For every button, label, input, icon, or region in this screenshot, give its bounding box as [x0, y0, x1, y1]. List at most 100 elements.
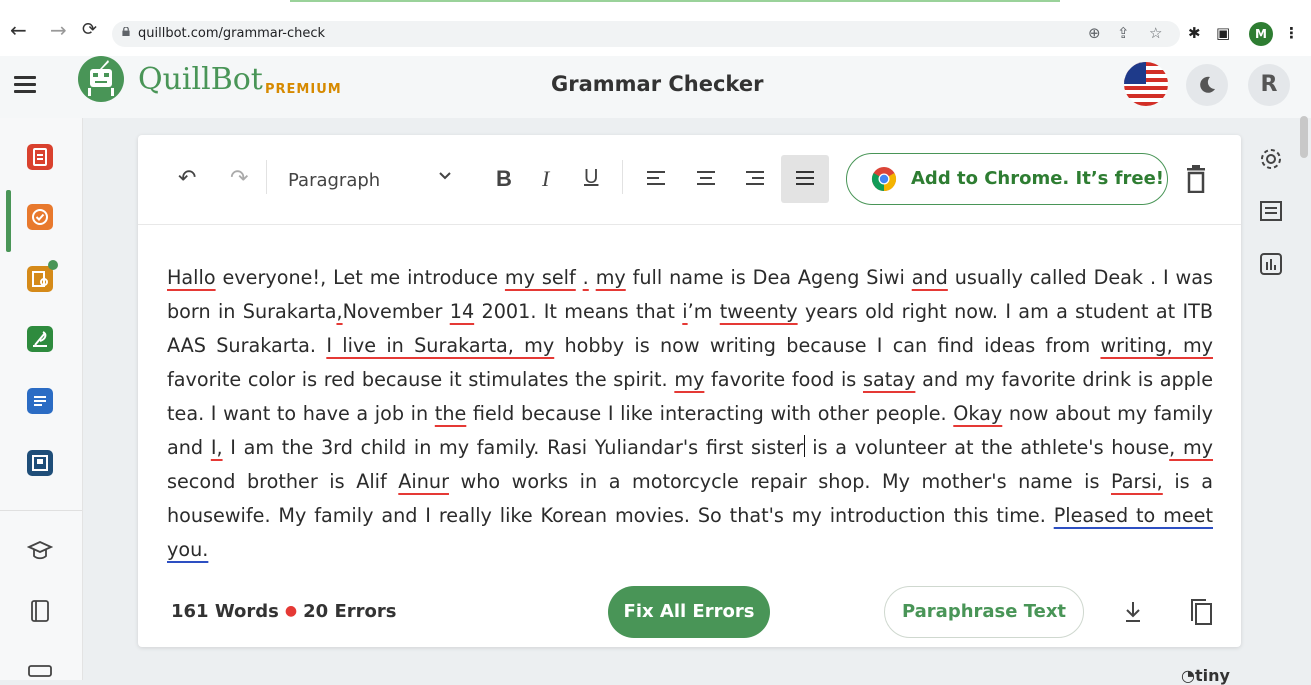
align-justify-button[interactable]	[781, 155, 829, 203]
document-text-run: second brother is Alif	[167, 470, 399, 493]
grammar-error-highlight[interactable]: I,	[211, 436, 223, 459]
document-text-run: full name is Dea Ageng Siwi	[625, 266, 912, 289]
address-bar[interactable]: quillbot.com/grammar-check	[112, 21, 1180, 47]
grammar-error-highlight[interactable]: my self	[505, 266, 576, 289]
error-dot-icon: ●	[284, 603, 298, 619]
extension-icon[interactable]	[27, 658, 53, 684]
browser-profile-avatar[interactable]: M	[1249, 22, 1273, 46]
document-text-run	[576, 266, 583, 289]
zoom-icon[interactable]: ⊕	[1088, 24, 1101, 42]
user-avatar[interactable]: R	[1248, 64, 1290, 106]
editor-card: ↶ ↷ Paragraph B I U Add to Chrome. It’s …	[138, 135, 1241, 647]
grammar-error-highlight[interactable]: .	[583, 266, 589, 289]
align-center-icon[interactable]	[695, 168, 717, 190]
document-text-run: 2001. It means that	[474, 300, 683, 323]
page-title: Grammar Checker	[551, 72, 764, 96]
document-text-editor[interactable]: Hallo everyone!, Let me introduce my sel…	[167, 261, 1213, 567]
app-header: QuillBot PREMIUM Grammar Checker R	[0, 56, 1311, 158]
toolbar-divider	[266, 160, 267, 194]
document-text-run: I am the 3rd child in my family. Rasi Yu…	[222, 436, 804, 459]
grammar-error-highlight[interactable]: Hallo	[167, 266, 216, 289]
document-text-run: everyone!, Let me introduce	[215, 266, 505, 289]
grammar-error-highlight[interactable]: Ainur	[398, 470, 449, 493]
download-icon[interactable]	[1122, 600, 1144, 624]
document-text-run: is a volunteer at the athlete's house	[804, 436, 1170, 459]
tiny-label: tiny	[1194, 666, 1230, 685]
plagiarism-checker-icon[interactable]	[27, 260, 58, 292]
url-text: quillbot.com/grammar-check	[138, 26, 326, 41]
extensions-puzzle-icon[interactable]: ✱	[1188, 24, 1201, 42]
book-icon[interactable]	[27, 598, 53, 624]
side-panel-icon[interactable]: ▣	[1216, 24, 1230, 42]
chevron-down-icon[interactable]	[438, 169, 452, 183]
grammar-error-highlight[interactable]: writing, my	[1100, 334, 1213, 357]
browser-chrome: ← → ⟳ quillbot.com/grammar-check ⊕ ⇪ ☆ ✱…	[0, 0, 1311, 56]
paraphraser-icon[interactable]	[27, 144, 53, 170]
co-writer-icon[interactable]	[27, 326, 53, 352]
copy-icon[interactable]	[1188, 597, 1214, 627]
grammar-error-highlight[interactable]: , my	[1169, 436, 1213, 459]
summarizer-icon[interactable]	[27, 388, 53, 414]
italic-button[interactable]: I	[542, 166, 549, 192]
align-left-icon[interactable]	[645, 168, 667, 190]
grammar-error-highlight[interactable]: 14	[450, 300, 474, 323]
forward-arrow-icon[interactable]: →	[50, 20, 67, 40]
active-tool-indicator	[6, 190, 11, 252]
quillbot-logo-icon[interactable]	[78, 56, 124, 102]
statistics-chart-icon[interactable]	[1258, 251, 1284, 277]
fix-all-errors-button[interactable]: Fix All Errors	[608, 586, 770, 638]
document-text-run: field because I like interacting with ot…	[466, 402, 954, 425]
document-text-run: who works in a motorcycle repair shop. M…	[448, 470, 1111, 493]
grammar-error-highlight[interactable]: my	[596, 266, 626, 289]
add-to-chrome-button[interactable]: Add to Chrome. It’s free!	[846, 153, 1168, 205]
grammar-error-highlight[interactable]: Parsi,	[1111, 470, 1163, 493]
error-count[interactable]: 20 Errors	[303, 601, 396, 622]
document-text-run: November	[342, 300, 450, 323]
chrome-logo-icon	[871, 167, 897, 191]
redo-icon[interactable]: ↷	[230, 166, 248, 191]
lock-icon	[122, 27, 130, 36]
grammar-checker-icon[interactable]	[27, 204, 53, 230]
page-load-indicator	[290, 0, 1060, 2]
grammar-error-highlight[interactable]: satay	[863, 368, 915, 391]
new-badge-dot	[48, 260, 58, 270]
grammar-error-highlight[interactable]: and	[912, 266, 948, 289]
tiny-logo-icon: ◔	[1181, 666, 1195, 685]
bookmark-star-icon[interactable]: ☆	[1149, 24, 1162, 42]
document-text-run	[589, 266, 596, 289]
hamburger-menu-icon[interactable]	[14, 76, 36, 94]
document-text-run: hobby is now writing because I can find …	[554, 334, 1101, 357]
settings-gear-icon[interactable]	[1258, 146, 1284, 172]
underline-button[interactable]: U	[584, 166, 598, 189]
grammar-error-highlight[interactable]: my	[674, 368, 704, 391]
graduation-cap-icon[interactable]	[27, 538, 53, 564]
grammar-error-highlight[interactable]: the	[435, 402, 467, 425]
back-arrow-icon[interactable]: ←	[10, 20, 27, 40]
dark-mode-moon-icon[interactable]	[1186, 64, 1228, 106]
tool-sidebar	[0, 118, 83, 680]
reload-icon[interactable]: ⟳	[82, 20, 97, 40]
document-text-run: favorite color is red because it stimula…	[167, 368, 675, 391]
grammar-error-highlight[interactable]: Okay	[953, 402, 1002, 425]
share-icon[interactable]: ⇪	[1117, 24, 1130, 42]
document-text-run: favorite food is	[704, 368, 863, 391]
editor-toolbar: ↶ ↷ Paragraph B I U Add to Chrome. It’s …	[138, 135, 1241, 225]
citation-generator-icon[interactable]	[27, 450, 53, 476]
browser-menu-icon[interactable]: ⋮	[1284, 24, 1299, 42]
undo-icon[interactable]: ↶	[178, 166, 196, 191]
bold-button[interactable]: B	[496, 166, 512, 192]
align-right-icon[interactable]	[744, 168, 766, 190]
document-text-run: ’m	[687, 300, 720, 323]
grammar-error-highlight[interactable]: tweenty	[720, 300, 798, 323]
paraphrase-text-button[interactable]: Paraphrase Text	[884, 586, 1084, 638]
sidebar-divider	[0, 510, 82, 511]
page-scrollbar[interactable]	[1300, 116, 1308, 158]
word-count: 161 Words	[171, 601, 279, 622]
align-justify-icon	[796, 171, 814, 185]
comments-panel-icon[interactable]	[1258, 199, 1284, 225]
grammar-error-highlight[interactable]: I live in Surakarta, my	[326, 334, 554, 357]
us-flag-language-icon[interactable]	[1124, 62, 1168, 106]
paragraph-format-select[interactable]: Paragraph	[288, 170, 380, 191]
logo-wordmark[interactable]: QuillBot	[138, 62, 263, 97]
trash-icon[interactable]	[1185, 165, 1207, 193]
